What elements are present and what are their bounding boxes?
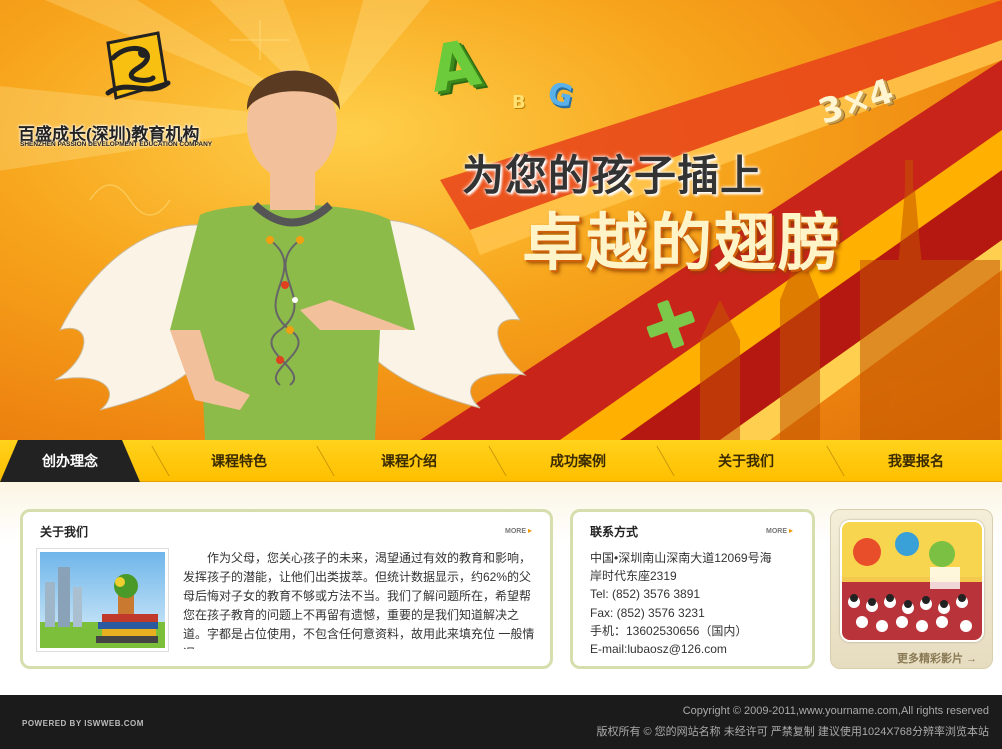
contact-tel: Tel: (852) 3576 3891 (590, 587, 701, 602)
nav-divider (488, 446, 507, 476)
logo-mark-icon (105, 31, 171, 100)
powered-by-text: POWERED BY ISWWEB.COM (22, 719, 144, 728)
nav-item-register[interactable]: 我要报名 (846, 440, 986, 482)
footer: POWERED BY ISWWEB.COM Copyright © 2009-2… (0, 695, 1002, 749)
nav-divider (151, 446, 170, 476)
about-more-link[interactable]: MORE ▸ (505, 526, 532, 535)
about-panel-title: 关于我们 (40, 525, 89, 539)
about-description: 作为父母，您关心孩子的未来，渴望通过有效的教育和影响，发挥孩子的潜能，让他们出类… (183, 551, 535, 649)
contact-fax: Fax: (852) 3576 3231 (590, 605, 705, 620)
more-videos-link[interactable]: 更多精彩影片 → (897, 650, 977, 666)
nav-divider (656, 446, 675, 476)
copyright-text: Copyright © 2009-2011,www.yourname.com,A… (682, 705, 989, 717)
logo[interactable]: 百盛成长(深圳)教育机构 SHENZHEN PASSION DEVELOPMEN… (18, 28, 228, 153)
more-arrow-icon: ▸ (527, 526, 532, 535)
about-panel: 关于我们 MORE ▸ 作为父母，您关心孩子的未来，渴望通过有效的教育和影响，发… (20, 509, 553, 669)
nav-item-course-intro[interactable]: 课程介绍 (339, 440, 479, 482)
content-area: 关于我们 MORE ▸ 作为父母，您关心孩子的未来，渴望通过有效的教育和影响，发… (0, 482, 1002, 695)
nav-item-about-us[interactable]: 关于我们 (676, 440, 816, 482)
copyright-notice: 版权所有 © 您的网站名称 未经许可 严禁复制 建议使用1024X768分辨率浏… (596, 726, 989, 738)
nav-divider (826, 446, 845, 476)
more-arrow-icon: ▸ (788, 526, 793, 535)
contact-info: 中国•深圳南山深南大道12069号海 岸时代东座2319 Tel: (852) … (590, 549, 772, 658)
contact-mobile: 手机：13602530656（国内） (590, 623, 748, 638)
contact-address-line1: 中国•深圳南山深南大道12069号海 (590, 551, 772, 565)
video-thumbnail[interactable] (840, 520, 984, 642)
logo-english-name: SHENZHEN PASSION DEVELOPMENT EDUCATION C… (20, 141, 213, 148)
nav-item-course-features[interactable]: 课程特色 (169, 440, 309, 482)
nav-item-philosophy[interactable]: 创办理念 (0, 440, 140, 482)
letter-b-decoration: B (512, 92, 526, 113)
contact-address-line2: 岸时代东座2319 (590, 569, 677, 584)
about-photo (36, 548, 169, 652)
about-more-label: MORE (505, 528, 526, 535)
nav-divider (316, 446, 335, 476)
slogan-line-2: 卓越的翅膀 (522, 209, 843, 278)
contact-more-label: MORE (766, 528, 787, 535)
contact-panel-title: 联系方式 (590, 525, 639, 539)
contact-more-link[interactable]: MORE ▸ (766, 526, 793, 535)
main-navigation: 创办理念 课程特色 课程介绍 成功案例 关于我们 我要报名 (0, 440, 1002, 482)
hero-banner: 百盛成长(深圳)教育机构 SHENZHEN PASSION DEVELOPMEN… (0, 0, 1002, 440)
nav-item-success-cases[interactable]: 成功案例 (508, 440, 648, 482)
video-panel: 更多精彩影片 → (830, 509, 993, 669)
contact-email[interactable]: E-mail:lubaosz@126.com (590, 640, 772, 658)
contact-panel: 联系方式 MORE ▸ 中国•深圳南山深南大道12069号海 岸时代东座2319… (570, 509, 815, 669)
